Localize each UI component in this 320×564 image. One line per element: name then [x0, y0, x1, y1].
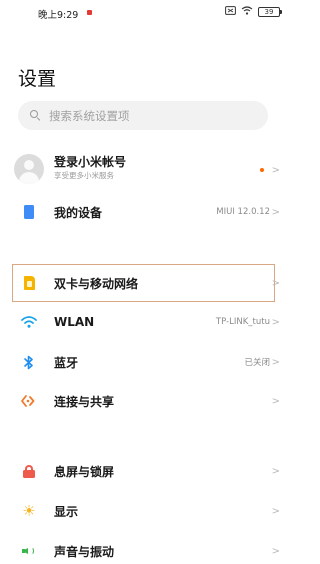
- settings-item-label: 声音与振动: [54, 544, 115, 559]
- status-time: 晚上9:29: [38, 10, 79, 21]
- search-icon: [30, 110, 41, 122]
- lock-icon: [18, 460, 40, 482]
- search-bar[interactable]: [18, 101, 268, 130]
- settings-item-dual-sim[interactable]: 双卡与移动网络 >: [0, 264, 294, 302]
- page-title: 设置: [18, 68, 57, 90]
- settings-item-bluetooth[interactable]: 蓝牙 已关闭 >: [0, 343, 294, 381]
- settings-item-value: TP-LINK_tutu: [215, 317, 270, 327]
- settings-item-label: 双卡与移动网络: [54, 276, 139, 291]
- sim-card-icon: [18, 272, 40, 294]
- sim-card-icon: [225, 6, 236, 18]
- settings-item-label: 显示: [54, 504, 79, 519]
- chevron-right-icon: >: [271, 316, 280, 328]
- sun-icon: ☀: [22, 502, 36, 520]
- speaker-icon: [18, 540, 40, 562]
- chevron-right-icon: >: [271, 505, 280, 517]
- avatar-icon: [14, 154, 44, 184]
- wifi-icon: [18, 311, 40, 333]
- status-bar: 晚上9:29 39: [0, 0, 294, 26]
- status-icons: 39: [225, 6, 282, 18]
- search-input[interactable]: [49, 108, 249, 123]
- settings-item-label: 蓝牙: [54, 355, 79, 370]
- bluetooth-icon: [18, 351, 40, 373]
- chevron-right-icon: >: [271, 395, 280, 407]
- chevron-right-icon: >: [271, 206, 280, 218]
- chevron-right-icon: >: [271, 277, 280, 289]
- account-login-row[interactable]: 登录小米帐号 享受更多小米服务 >: [0, 148, 294, 192]
- device-icon: [18, 201, 40, 223]
- settings-item-label: 连接与共享: [54, 394, 115, 409]
- settings-item-label: 我的设备: [54, 205, 103, 220]
- chevron-right-icon: >: [271, 164, 280, 176]
- wifi-icon: [241, 6, 253, 18]
- chevron-right-icon: >: [271, 356, 280, 368]
- share-icon: [18, 390, 40, 412]
- settings-item-wlan[interactable]: WLAN TP-LINK_tutu >: [0, 303, 294, 341]
- settings-item-value: MIUI 12.0.12: [216, 207, 270, 217]
- battery-icon: 39: [258, 7, 282, 17]
- settings-item-connection-share[interactable]: 连接与共享 >: [0, 382, 294, 420]
- account-subtitle: 享受更多小米服务: [54, 171, 114, 180]
- notification-dot-icon: [87, 10, 92, 15]
- account-title: 登录小米帐号: [54, 155, 127, 169]
- settings-item-my-device[interactable]: 我的设备 MIUI 12.0.12 >: [0, 193, 294, 231]
- settings-item-display[interactable]: ☀ 显示 >: [0, 492, 294, 530]
- settings-item-lock-screen[interactable]: 息屏与锁屏 >: [0, 452, 294, 490]
- notification-dot-icon: [260, 168, 264, 172]
- settings-item-value: 已关闭: [244, 358, 270, 368]
- chevron-right-icon: >: [271, 465, 280, 477]
- settings-item-label: WLAN: [54, 315, 95, 329]
- chevron-right-icon: >: [271, 545, 280, 557]
- settings-item-sound[interactable]: 声音与振动 >: [0, 532, 294, 564]
- settings-item-label: 息屏与锁屏: [54, 464, 115, 479]
